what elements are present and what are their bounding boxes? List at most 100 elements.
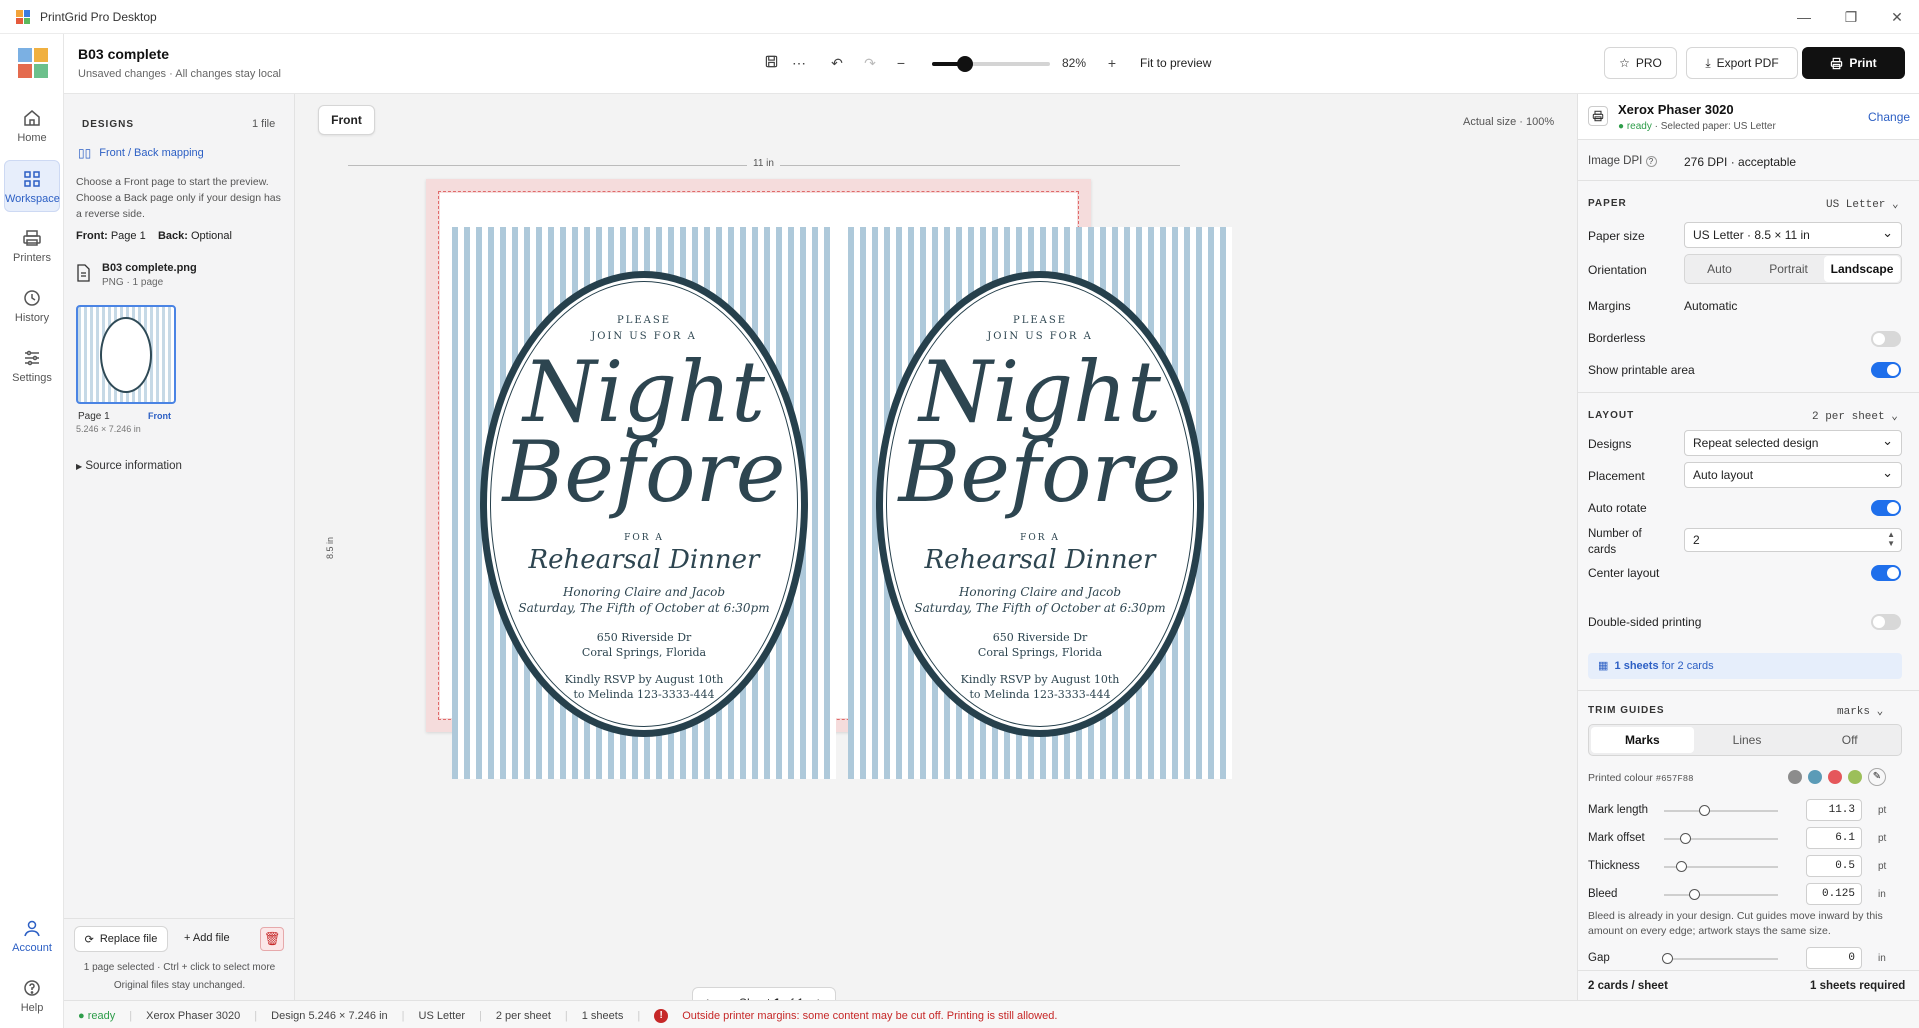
printer-name: Xerox Phaser 3020 [1618, 102, 1734, 117]
auto-rotate-toggle[interactable] [1871, 500, 1901, 516]
gap-input[interactable]: 0 [1806, 947, 1862, 969]
title-bar: PrintGrid Pro Desktop — ❐ ✕ [0, 0, 1919, 34]
gap-unit: in [1878, 953, 1886, 964]
gap-knob[interactable] [1662, 953, 1673, 964]
rail-item-workspace[interactable]: Workspace [4, 160, 60, 212]
printer-ready: ready [1626, 121, 1652, 132]
invite-for-a: FOR A [1020, 533, 1060, 543]
designs-select[interactable]: Repeat selected design [1684, 430, 1902, 456]
rail-item-history[interactable]: History [4, 280, 60, 332]
mark-length-slider[interactable] [1664, 810, 1778, 812]
trim-lines[interactable]: Lines [1696, 725, 1799, 755]
gap-slider[interactable] [1664, 958, 1778, 960]
minimize-icon[interactable]: — [1791, 6, 1817, 28]
sliders-icon [25, 350, 39, 366]
invite-please: PLEASE [616, 315, 672, 326]
add-file-button[interactable]: + Add file [184, 932, 230, 944]
rail-item-help[interactable]: Help [4, 970, 60, 1022]
invite-addr1: 650 Riverside Dr [596, 631, 692, 644]
trim-off[interactable]: Off [1798, 725, 1901, 755]
invite-rsvp1: Kindly RSVP by August 10th [564, 673, 724, 686]
swatch-green[interactable] [1848, 770, 1862, 784]
thickness-input[interactable]: 0.5 [1806, 855, 1862, 877]
change-printer-link[interactable]: Change [1868, 110, 1910, 124]
undo-icon[interactable]: ↶ [826, 52, 848, 74]
number-of-cards-input[interactable]: 2 ▲ ▼ [1684, 528, 1902, 552]
rail-item-settings[interactable]: Settings [4, 340, 60, 392]
invite-join: JOIN US FOR A [987, 331, 1093, 342]
borderless-toggle[interactable] [1871, 331, 1901, 347]
printed-colour-label: Printed colour #657F88 [1588, 772, 1694, 784]
tab-front[interactable]: Front [318, 105, 375, 135]
save-icon[interactable] [760, 52, 782, 74]
paper-summary[interactable]: US Letter ⌄ [1826, 197, 1899, 211]
bleed-knob[interactable] [1689, 889, 1700, 900]
trim-summary[interactable]: marks ⌄ [1837, 704, 1883, 718]
bleed-slider[interactable] [1664, 894, 1778, 896]
front-label: Front: [76, 230, 108, 242]
sheets-required: 1 sheets required [1810, 980, 1906, 992]
double-sided-toggle[interactable] [1871, 614, 1901, 630]
mark-offset-knob[interactable] [1680, 833, 1691, 844]
dpi-value: 276 DPI · acceptable [1684, 155, 1797, 169]
restore-icon[interactable]: ❐ [1838, 6, 1864, 28]
refresh-icon: ⟳ [84, 933, 94, 946]
page-thumbnail[interactable] [76, 305, 176, 404]
orientation-landscape[interactable]: Landscape [1824, 256, 1900, 282]
pro-button[interactable]: ☆ PRO [1604, 47, 1677, 79]
trim-marks[interactable]: Marks [1591, 727, 1694, 753]
fit-to-preview-button[interactable]: Fit to preview [1140, 56, 1211, 70]
number-of-cards-value: 2 [1693, 533, 1700, 547]
rail-label-home: Home [17, 132, 47, 144]
more-icon[interactable]: ⋯ [788, 52, 810, 74]
rail-item-printers[interactable]: Printers [4, 220, 60, 272]
zoom-slider[interactable] [932, 56, 1050, 72]
mark-length-input[interactable]: 11.3 [1806, 799, 1862, 821]
page-label: Page 1 [78, 411, 110, 422]
number-of-cards-label: Number of cards [1588, 528, 1642, 556]
center-layout-toggle[interactable] [1871, 565, 1901, 581]
bleed-label: Bleed [1588, 888, 1618, 900]
file-name[interactable]: B03 complete.png [102, 262, 197, 274]
mark-length-knob[interactable] [1699, 805, 1710, 816]
invite-please: PLEASE [1012, 315, 1068, 326]
close-icon[interactable]: ✕ [1884, 6, 1910, 28]
printer-paper: · Selected paper: US Letter [1654, 121, 1776, 132]
settings-panel: Xerox Phaser 3020 ● ready · Selected pap… [1577, 94, 1919, 1000]
orientation-auto[interactable]: Auto [1685, 255, 1754, 283]
redo-icon[interactable]: ↷ [859, 52, 881, 74]
mapping-link[interactable]: ▯▯ Front / Back mapping [78, 146, 204, 160]
export-pdf-button[interactable]: ⤓ Export PDF [1686, 47, 1798, 79]
swatch-blue[interactable] [1808, 770, 1822, 784]
orientation-portrait[interactable]: Portrait [1754, 255, 1823, 283]
grid-icon [24, 171, 40, 187]
rail-item-account[interactable]: Account [4, 910, 60, 962]
swatch-red[interactable] [1828, 770, 1842, 784]
source-information-toggle[interactable]: ▶ Source information [76, 460, 182, 472]
status-items: ● ready | Xerox Phaser 3020 | Design 5.2… [78, 1009, 1058, 1023]
eyedropper-icon[interactable]: ✎ [1868, 768, 1886, 786]
status-printer: Xerox Phaser 3020 [146, 1010, 241, 1022]
printable-area-toggle[interactable] [1871, 362, 1901, 378]
sheets-summary: ▦ 1 sheets for 2 cards [1588, 653, 1902, 679]
zoom-in-icon[interactable]: + [1101, 52, 1123, 74]
status-bar: ● ready | Xerox Phaser 3020 | Design 5.2… [64, 1000, 1919, 1028]
layout-summary[interactable]: 2 per sheet ⌄ [1812, 409, 1898, 423]
zoom-slider-knob[interactable] [957, 56, 974, 72]
swatch-grey[interactable] [1788, 770, 1802, 784]
stepper-icon[interactable]: ▲ ▼ [1887, 530, 1895, 548]
print-button[interactable]: Print [1802, 47, 1905, 79]
app-logo-icon [16, 10, 30, 24]
placement-select[interactable]: Auto layout [1684, 462, 1902, 488]
replace-file-button[interactable]: ⟳ Replace file [74, 926, 168, 952]
designs-heading: DESIGNS [82, 119, 135, 130]
rail-item-home[interactable]: Home [4, 100, 60, 152]
delete-file-icon[interactable]: 🗑︎ [260, 927, 284, 951]
add-label: Add file [192, 932, 230, 944]
thickness-knob[interactable] [1676, 861, 1687, 872]
mark-offset-input[interactable]: 6.1 [1806, 827, 1862, 849]
paper-size-select[interactable]: US Letter · 8.5 × 11 in [1684, 222, 1902, 248]
zoom-out-icon[interactable]: − [890, 52, 912, 74]
bleed-input[interactable]: 0.125 [1806, 883, 1862, 905]
invite-addr2: Coral Springs, Florida [977, 646, 1103, 659]
